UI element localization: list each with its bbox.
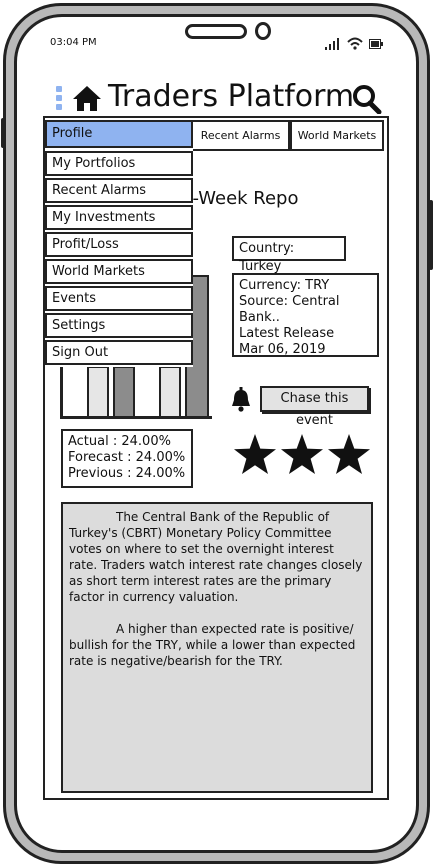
menu-item-my-investments[interactable]: My Investments: [45, 205, 193, 230]
chart-bar: [159, 366, 181, 418]
chart-bar: [87, 366, 109, 418]
menu-item-recent-alarms[interactable]: Recent Alarms: [45, 178, 193, 203]
star-icon: [281, 434, 323, 474]
status-time: 03:04 PM: [50, 37, 97, 48]
bell-icon: [232, 387, 250, 412]
chart-bar: [113, 366, 135, 418]
menu-item-profit-loss[interactable]: Profit/Loss: [45, 232, 193, 257]
menu-item-profile[interactable]: Profile: [45, 120, 193, 148]
speaker-grille: [185, 24, 247, 39]
menu-item-world-markets[interactable]: World Markets: [45, 259, 193, 284]
menu-item-my-portfolios[interactable]: My Portfolios: [45, 151, 193, 176]
previous-value: Previous : 24.00%: [68, 466, 186, 481]
front-camera: [255, 22, 271, 40]
event-description: The Central Bank of the Republic of Turk…: [61, 502, 373, 793]
star-icon: [328, 434, 370, 474]
signal-icon: [325, 38, 339, 50]
importance-rating: [234, 434, 370, 474]
description-paragraph: The Central Bank of the Republic of Turk…: [69, 510, 363, 604]
description-paragraph: A higher than expected rate is positive/…: [69, 622, 356, 668]
wifi-icon: [347, 37, 363, 50]
actual-value: Actual : 24.00%: [68, 434, 171, 449]
battery-icon: [369, 39, 383, 49]
event-details: Currency: TRY Source: Central Bank.. Lat…: [232, 273, 379, 357]
source-label: Source: Central Bank..: [239, 294, 340, 325]
menu-item-sign-out[interactable]: Sign Out: [45, 340, 193, 365]
star-icon: [234, 434, 276, 474]
home-icon[interactable]: [72, 85, 102, 112]
app-title: Traders Platform: [108, 79, 355, 114]
tab-recent-alarms[interactable]: Recent Alarms: [191, 120, 290, 151]
latest-release-label: Latest Release: [239, 326, 335, 341]
phone-side-button: [429, 200, 433, 270]
forecast-value: Forecast : 24.00%: [68, 450, 186, 465]
chase-event-button[interactable]: Chase this event: [260, 386, 369, 428]
release-date: Mar 06, 2019: [239, 342, 326, 357]
phone-side-button: [1, 118, 5, 148]
event-stats: Actual : 24.00% Forecast : 24.00% Previo…: [61, 429, 193, 488]
search-icon[interactable]: [352, 84, 382, 114]
hamburger-icon[interactable]: [56, 86, 63, 110]
currency-label: Currency: TRY: [239, 278, 330, 293]
tab-world-markets[interactable]: World Markets: [290, 120, 384, 151]
menu-item-events[interactable]: Events: [45, 286, 193, 311]
menu-item-settings[interactable]: Settings: [45, 313, 193, 338]
country-label: Country: Turkey: [232, 236, 346, 274]
